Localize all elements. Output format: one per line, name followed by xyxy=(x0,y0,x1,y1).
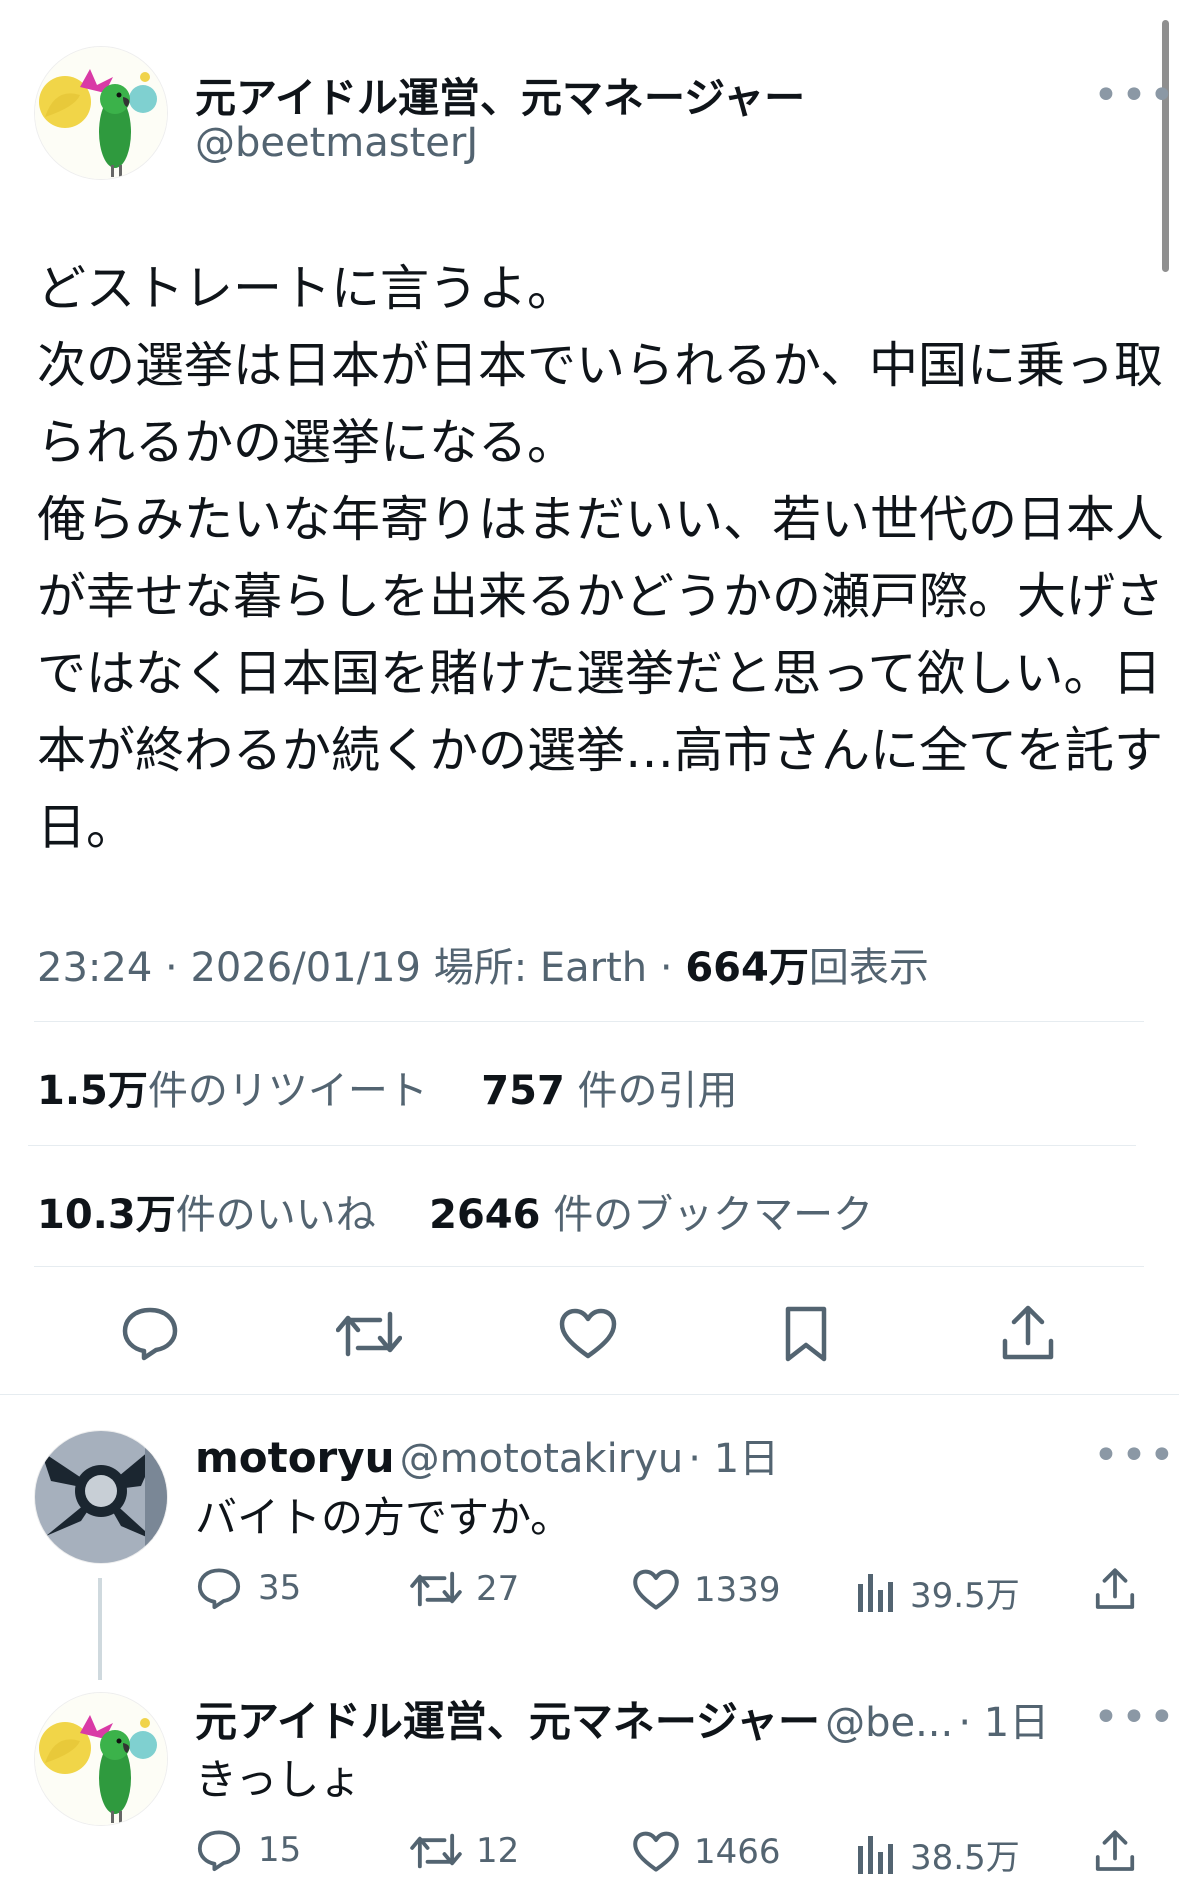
reply-action-like[interactable]: 1339 xyxy=(632,1569,781,1611)
speech-bubble-icon xyxy=(197,1568,241,1610)
bookmark-icon xyxy=(785,1306,827,1362)
bookmarks-label: 件のブックマーク xyxy=(553,1192,874,1238)
retweet-button[interactable] xyxy=(336,1308,402,1360)
reply-author-handle[interactable]: @mototakiryu xyxy=(400,1436,684,1482)
reply-count: 15 xyxy=(258,1830,302,1870)
reply-time[interactable]: 1日 xyxy=(714,1436,779,1482)
reply-action-reply[interactable]: 35 xyxy=(196,1566,301,1610)
heart-icon xyxy=(633,1569,679,1610)
reply-header: motoryu @mototakiryu · 1日 xyxy=(195,1433,780,1482)
tweet-text-line: が幸せな暮らしを出来るかどうかの瀬戸際。大げさ xyxy=(37,568,1165,625)
reply-action-retweet[interactable]: 12 xyxy=(410,1831,519,1871)
retweet-arrows-icon xyxy=(336,1311,402,1357)
tweet-text-line: 日。 xyxy=(37,799,136,856)
tweet-location: 場所: Earth xyxy=(433,945,648,991)
retweet-count: 27 xyxy=(476,1569,520,1609)
retweet-arrows-icon xyxy=(410,1833,462,1869)
more-options-icon[interactable]: ••• xyxy=(1093,1430,1177,1481)
reply-time[interactable]: 1日 xyxy=(984,1700,1049,1746)
tweet-text-line: 本が終わるか続くかの選挙…高市さんに全てを託す xyxy=(37,722,1164,779)
like-button[interactable] xyxy=(558,1308,618,1360)
reply-action-reply[interactable]: 15 xyxy=(196,1828,301,1872)
tweet-text-line: ではなく日本国を賭けた選挙だと思って欲しい。日 xyxy=(37,645,1162,702)
divider xyxy=(28,1145,1136,1146)
bookmark-button[interactable] xyxy=(782,1305,830,1363)
view-count: 38.5万 xyxy=(910,1838,1020,1878)
reply-action-like[interactable]: 1466 xyxy=(632,1831,781,1873)
reply-text: バイトの方ですか。 xyxy=(195,1493,573,1542)
like-count: 1466 xyxy=(694,1832,781,1872)
retweet-quote-stats: 1.5万件のリツイート 757 件の引用 xyxy=(37,1058,738,1116)
reply-action-views[interactable]: 38.5万 xyxy=(856,1830,1020,1879)
retweets-label: 件のリツイート xyxy=(147,1068,428,1114)
speech-bubble-icon xyxy=(197,1830,241,1872)
bar-chart-icon xyxy=(858,1573,893,1612)
reply-action-share[interactable] xyxy=(1094,1828,1136,1878)
share-upload-icon xyxy=(1095,1830,1135,1871)
likes-count: 10.3万 xyxy=(37,1192,176,1238)
avatar[interactable] xyxy=(34,46,168,180)
tweet-text-line: 俺らみたいな年寄りはまだいい、若い世代の日本人 xyxy=(37,491,1165,548)
divider xyxy=(0,1394,1179,1395)
tweet-meta: 23:24 · 2026/01/19 場所: Earth · 664万回表示 xyxy=(37,945,929,991)
reply-header: 元アイドル運営、元マネージャー @be... · 1日 xyxy=(195,1697,1050,1746)
author-handle[interactable]: @beetmasterJ xyxy=(195,120,478,166)
more-options-icon[interactable]: ••• xyxy=(1093,70,1177,121)
bar-chart-icon xyxy=(858,1835,893,1874)
tweet-date[interactable]: 2026/01/19 xyxy=(190,945,421,991)
reply-text: きっしょ xyxy=(195,1755,362,1804)
flag-avatar-image xyxy=(35,1431,167,1563)
retweets-count: 1.5万 xyxy=(37,1068,148,1114)
more-options-icon[interactable]: ••• xyxy=(1093,1692,1177,1743)
reply-action-views[interactable]: 39.5万 xyxy=(856,1568,1020,1617)
reply-button[interactable] xyxy=(120,1305,180,1361)
author-display-name[interactable]: 元アイドル運営、元マネージャー xyxy=(195,64,805,124)
retweet-arrows-icon xyxy=(410,1571,462,1607)
reply-action-share[interactable] xyxy=(1094,1566,1136,1616)
quotes-count: 757 xyxy=(481,1068,565,1114)
parrot-avatar-image xyxy=(35,1693,167,1825)
scrollbar[interactable] xyxy=(1162,20,1169,272)
reply-action-retweet[interactable]: 27 xyxy=(410,1569,519,1609)
likes-stat[interactable]: 10.3万件のいいね xyxy=(37,1192,376,1238)
thread-line xyxy=(98,1578,102,1680)
avatar[interactable] xyxy=(34,1692,168,1826)
share-upload-icon xyxy=(1095,1568,1135,1609)
retweet-count: 12 xyxy=(476,1831,520,1871)
divider xyxy=(34,1021,1144,1022)
like-bookmark-stats: 10.3万件のいいね 2646 件のブックマーク xyxy=(37,1182,873,1240)
bookmarks-count: 2646 xyxy=(429,1192,541,1238)
view-count: 39.5万 xyxy=(910,1576,1020,1616)
heart-icon xyxy=(633,1831,679,1872)
quotes-stat[interactable]: 757 件の引用 xyxy=(481,1068,737,1114)
share-button[interactable] xyxy=(1000,1303,1056,1363)
quotes-label: 件の引用 xyxy=(577,1068,738,1114)
tweet-text-line: どストレートに言うよ。 xyxy=(37,260,577,317)
reply-author-name[interactable]: 元アイドル運営、元マネージャー xyxy=(195,1697,820,1746)
tweet-text: どストレートに言うよ。 次の選挙は日本が日本でいられるか、中国に乗っ取 られるか… xyxy=(37,250,1165,866)
heart-icon xyxy=(559,1308,617,1359)
bookmarks-stat[interactable]: 2646 件のブックマーク xyxy=(429,1192,873,1238)
tweet-time[interactable]: 23:24 xyxy=(37,945,152,991)
divider xyxy=(34,1266,1144,1267)
like-count: 1339 xyxy=(694,1570,781,1610)
parrot-avatar-image xyxy=(35,47,167,179)
views-label: 回表示 xyxy=(808,945,929,991)
reply-author-name[interactable]: motoryu xyxy=(195,1433,395,1482)
reply-author-handle[interactable]: @be... xyxy=(825,1700,953,1746)
tweet-text-line: 次の選挙は日本が日本でいられるか、中国に乗っ取 xyxy=(37,337,1164,394)
tweet-text-line: られるかの選挙になる。 xyxy=(37,414,577,471)
likes-label: 件のいいね xyxy=(175,1192,376,1238)
views-count[interactable]: 664万 xyxy=(685,945,809,991)
reply-count: 35 xyxy=(258,1568,302,1608)
share-upload-icon xyxy=(1002,1305,1054,1360)
retweets-stat[interactable]: 1.5万件のリツイート xyxy=(37,1068,428,1114)
speech-bubble-icon xyxy=(122,1307,178,1361)
avatar[interactable] xyxy=(34,1430,168,1564)
